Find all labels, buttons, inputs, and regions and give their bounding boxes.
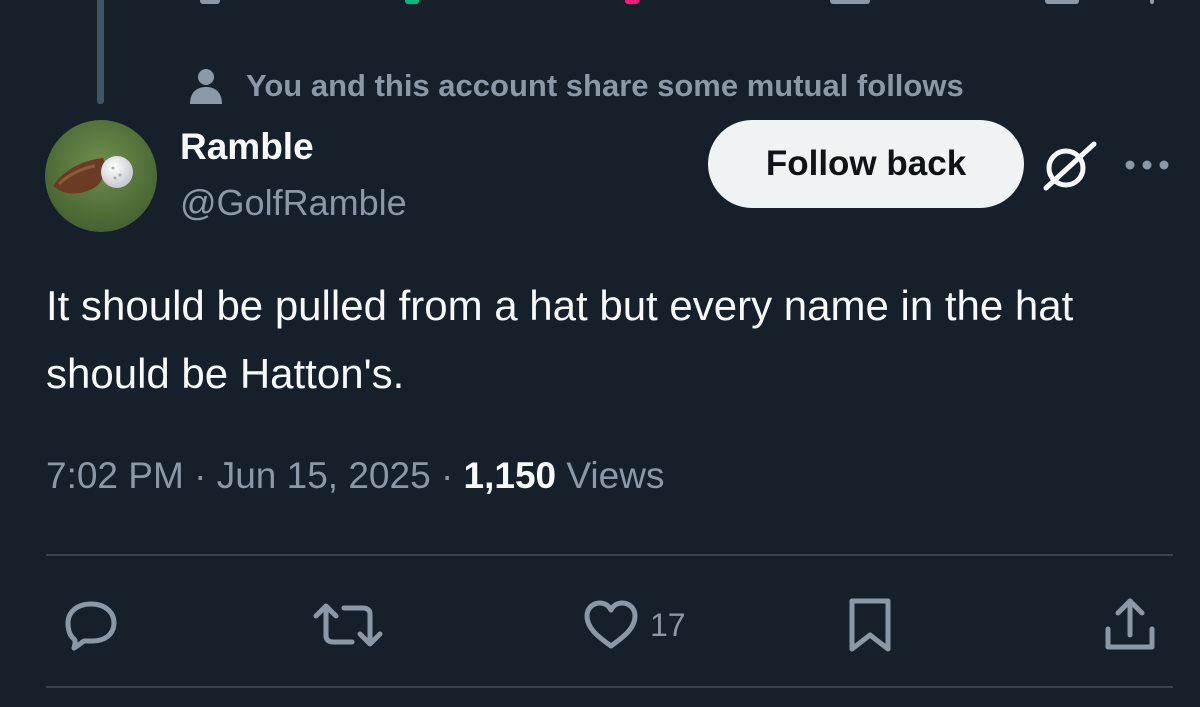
tweet-time[interactable]: 7:02 PM <box>46 455 184 496</box>
social-context: You and this account share some mutual f… <box>186 66 964 106</box>
tweet-action-bar: 17 <box>0 585 1200 665</box>
bookmark-icon <box>849 598 891 652</box>
meta-separator: · <box>194 455 207 496</box>
retweet-button[interactable] <box>312 585 384 665</box>
retweet-icon <box>313 603 383 647</box>
heart-icon <box>584 600 638 649</box>
bookmark-button[interactable] <box>846 585 894 665</box>
share-button[interactable] <box>1102 585 1158 665</box>
follow-back-button[interactable]: Follow back <box>708 120 1024 208</box>
views-label: Views <box>566 455 665 496</box>
views-count: 1,150 <box>463 455 557 496</box>
more-dots-icon[interactable] <box>1122 150 1172 180</box>
reply-icon <box>65 601 117 651</box>
divider <box>46 686 1173 688</box>
person-icon <box>186 66 226 106</box>
avatar[interactable] <box>45 120 157 232</box>
meta-separator: · <box>440 455 454 496</box>
reply-button[interactable] <box>62 585 120 665</box>
social-context-text: You and this account share some mutual f… <box>246 68 964 103</box>
tweet-metadata: 7:02 PM · Jun 15, 2025 · 1,150 Views <box>46 455 664 497</box>
author-display-name[interactable]: Ramble <box>180 126 314 168</box>
like-button[interactable]: 17 <box>582 585 686 665</box>
divider <box>46 554 1173 556</box>
tweet-text: It should be pulled from a hat but every… <box>46 282 1074 397</box>
tweet-date[interactable]: Jun 15, 2025 <box>217 455 431 496</box>
previous-tweet-action-fragments <box>0 0 1200 10</box>
author-handle[interactable]: @GolfRamble <box>180 182 407 224</box>
thread-connector-line <box>97 0 104 104</box>
grok-icon[interactable] <box>1040 138 1100 194</box>
like-count: 17 <box>650 606 686 643</box>
share-icon <box>1105 598 1155 650</box>
